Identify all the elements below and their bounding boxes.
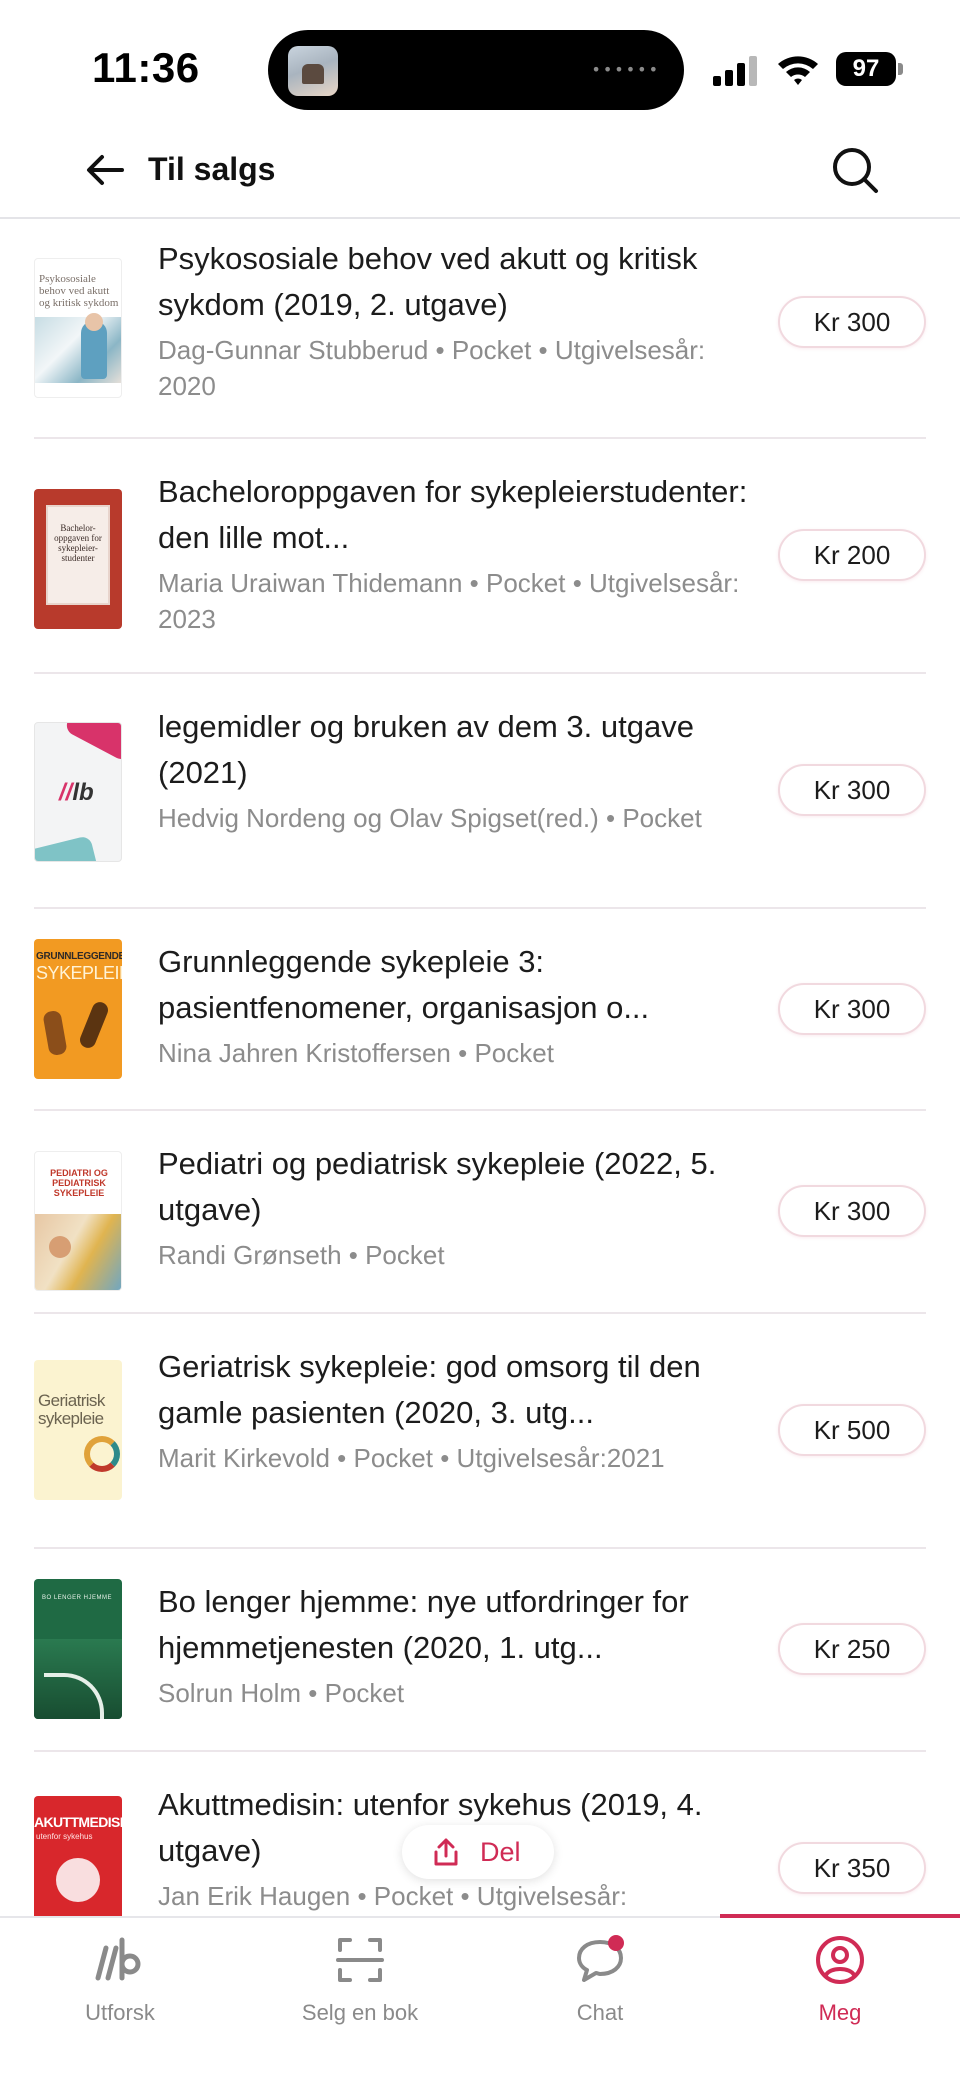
search-icon[interactable] [830,145,880,195]
price-button[interactable]: Kr 300 [778,764,926,816]
list-item[interactable]: PEDIATRI OG PEDIATRISK SYKEPLEIE Pediatr… [34,1111,926,1314]
listing-text: Bacheloroppgaven for sykepleierstudenter… [158,469,768,637]
publisher-logo: //lb [59,779,94,807]
listing-title: Grunnleggende sykepleie 3: pasientfenome… [158,944,650,1025]
chat-icon [577,1935,624,1982]
book-cover: BO LENGER HJEMME [34,1579,122,1719]
cover-shape [35,835,99,861]
listing-meta: Jan Erik Haugen • Pocket • Utgivelsesår: [158,1881,628,1911]
cover-image [56,1858,100,1902]
cover-figure-head [85,313,103,331]
price-button[interactable]: Kr 350 [778,1842,926,1894]
tab-sell-book[interactable]: Selg en bok [260,1934,460,2026]
cover-image [35,1214,121,1290]
cover-title: GRUNNLEGGENDE [36,951,122,962]
cover-image [35,317,121,383]
active-tab-indicator [720,1914,960,1918]
cover-subtitle: utenfor sykehus [36,1832,93,1841]
price-button[interactable]: Kr 300 [778,296,926,348]
battery-icon: 97 [836,52,903,86]
cover-ring [84,1436,120,1472]
tab-explore[interactable]: Utforsk [20,1934,220,2026]
now-playing-thumbnail [288,46,338,96]
logo-mark: // [59,779,73,806]
list-item[interactable]: //lb legemidler og bruken av dem 3. utga… [34,674,926,909]
price-button[interactable]: Kr 300 [778,1185,926,1237]
listing-title: Bacheloroppgaven for sykepleierstudenter… [158,474,748,555]
island-dots: •••••• [591,60,660,79]
wifi-icon [778,56,818,85]
cover-figure [77,999,111,1051]
tab-label: Meg [818,2000,862,2025]
listing-text: legemidler og bruken av dem 3. utgave (2… [158,704,768,836]
cover-figure [42,1009,68,1057]
listing-title: legemidler og bruken av dem 3. utgave (2… [158,709,694,790]
book-cover: Psykososiale behov ved akutt og kritisk … [34,258,122,398]
listing-meta: Randi Grønseth • Pocket [158,1240,445,1270]
cover-shape [63,723,121,763]
listing-text: Geriatrisk sykepleie: god omsorg til den… [158,1344,768,1476]
app-header: Til salgs [0,125,960,219]
price-button[interactable]: Kr 300 [778,983,926,1035]
listing-title: Bo lenger hjemme: nye utfordringer for h… [158,1584,689,1665]
list-item[interactable]: Geriatrisk sykepleie Geriatrisk sykeplei… [34,1314,926,1549]
share-label: Del [480,1837,521,1867]
cover-title: AKUTTMEDISIN [34,1814,122,1830]
list-item[interactable]: Bachelor-oppgaven for sykepleier-student… [34,439,926,674]
status-bar: 11:36 •••••• 97 [0,0,960,125]
listing-meta: Maria Uraiwan Thidemann • Pocket • Utgiv… [158,568,740,634]
battery-nub [898,63,903,75]
logo-text: lb [72,779,94,806]
listing-title: Psykososiale behov ved akutt og kritisk … [158,241,698,322]
dynamic-island: •••••• [268,30,684,110]
listing-meta: Solrun Holm • Pocket [158,1678,405,1708]
listing-meta: Marit Kirkevold • Pocket • Utgivelsesår:… [158,1443,665,1473]
scan-icon [336,1938,384,1982]
book-cover: //lb [34,722,122,862]
cover-title: Bachelor-oppgaven for sykepleier-student… [54,523,102,563]
list-item[interactable]: GRUNNLEGGENDE SYKEPLEIE Grunnleggende sy… [34,909,926,1111]
listing-title: Pediatri og pediatrisk sykepleie (2022, … [158,1146,717,1227]
cover-title: PEDIATRI OG PEDIATRISK SYKEPLEIE [50,1168,108,1198]
explore-icon [95,1937,141,1981]
listing-meta: Nina Jahren Kristoffersen • Pocket [158,1038,554,1068]
book-cover: AKUTTMEDISIN utenfor sykehus [34,1796,122,1916]
bottom-tab-bar: Utforsk Selg en bok Chat Meg [0,1914,960,2086]
cover-subtitle: SYKEPLEIE [36,963,122,983]
tab-profile[interactable]: Meg [740,1934,940,2026]
tab-label: Chat [576,2000,624,2025]
cover-title: Geriatrisk sykepleie [38,1391,105,1428]
book-cover: Geriatrisk sykepleie [34,1360,122,1500]
listing-title: Geriatrisk sykepleie: god omsorg til den… [158,1349,701,1430]
list-item[interactable]: Psykososiale behov ved akutt og kritisk … [34,220,926,439]
book-cover: PEDIATRI OG PEDIATRISK SYKEPLEIE [34,1151,122,1291]
book-listing: Psykososiale behov ved akutt og kritisk … [0,220,960,1916]
listing-meta: Hedvig Nordeng og Olav Spigset(red.) • P… [158,803,702,833]
cover-figure [49,1236,71,1258]
book-cover: Bachelor-oppgaven for sykepleier-student… [34,489,122,629]
price-button[interactable]: Kr 200 [778,529,926,581]
tab-label: Selg en bok [301,2000,419,2025]
price-button[interactable]: Kr 250 [778,1623,926,1675]
list-item[interactable]: BO LENGER HJEMME Bo lenger hjemme: nye u… [34,1549,926,1752]
listing-meta: Dag-Gunnar Stubberud • Pocket • Utgivels… [158,335,706,401]
battery-level: 97 [836,52,896,86]
listing-text: Psykososiale behov ved akutt og kritisk … [158,236,768,404]
share-button[interactable]: Del [402,1825,554,1879]
tab-label: Utforsk [85,2000,155,2025]
listing-text: Grunnleggende sykepleie 3: pasientfenome… [158,939,768,1071]
cover-title: Psykososiale behov ved akutt og kritisk … [39,273,119,309]
tab-chat[interactable]: Chat [500,1934,700,2026]
page-title: Til salgs [148,151,276,187]
listing-text: Pediatri og pediatrisk sykepleie (2022, … [158,1141,768,1273]
listing-text: Bo lenger hjemme: nye utfordringer for h… [158,1579,768,1711]
cellular-signal-icon [713,56,757,86]
share-icon [434,1838,458,1866]
status-time: 11:36 [92,44,200,91]
cover-title: BO LENGER HJEMME [42,1595,113,1601]
profile-icon [816,1936,864,1984]
arrow-left-icon[interactable] [82,147,128,193]
book-cover: GRUNNLEGGENDE SYKEPLEIE [34,939,122,1079]
price-button[interactable]: Kr 500 [778,1404,926,1456]
